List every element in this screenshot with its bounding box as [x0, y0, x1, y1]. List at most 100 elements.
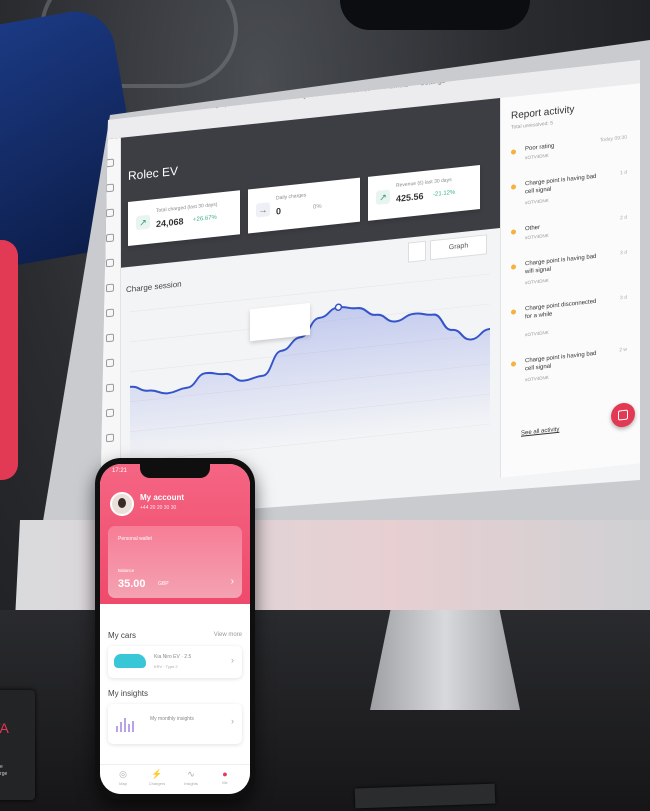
chart-gridline [130, 273, 490, 313]
chevron-right-icon: › [231, 716, 234, 726]
nav-icon[interactable] [106, 208, 114, 218]
nav-icon[interactable] [106, 258, 114, 268]
report-subtitle: Total unresolved: 5 [511, 120, 553, 131]
insight-title: My monthly insights [150, 716, 194, 722]
stat-change: 0% [313, 203, 322, 211]
chart-icon: ∿ [187, 769, 195, 779]
plug-icon: ⚡ [151, 769, 163, 779]
tab-chargers[interactable]: ⚡ Chargers [142, 769, 172, 786]
alert-dot-icon [511, 184, 516, 190]
report-item-time: 3 d [620, 294, 627, 302]
nav-icon[interactable] [106, 433, 114, 443]
tab-label: Map [119, 781, 127, 786]
stat-label: Daily charges [276, 192, 307, 202]
nav-icon[interactable] [106, 333, 114, 343]
mobile-phone: 17:21 My account +44 20 20 30 30 Persona… [95, 458, 255, 800]
alert-dot-icon [511, 309, 516, 315]
graph-toggle-button[interactable]: Graph [430, 234, 487, 261]
report-item-title: Poor rating [525, 143, 555, 153]
report-item-code: #OTV4DNK [525, 152, 549, 161]
report-item-code: #OTV4DNK [525, 197, 549, 206]
alert-dot-icon [511, 229, 516, 235]
report-item-time: 1 d [620, 169, 627, 177]
report-item-code: #OTV4DNK [525, 277, 549, 286]
bottom-tab-bar: ◎ Map ⚡ Chargers ∿ Insights ● Me [100, 764, 250, 794]
stat-change: +26.67% [193, 214, 217, 224]
arrow-up-right-icon: ↗ [376, 189, 390, 205]
stat-value: 24,068 [156, 216, 184, 230]
chat-fab-button[interactable] [611, 401, 635, 429]
bar-chart-icon [116, 718, 136, 732]
insight-card[interactable]: My monthly insights › [108, 704, 242, 744]
balance-value: 35.00 [118, 578, 146, 590]
stat-change: -21.12% [433, 189, 456, 199]
report-item-title: Charge point disconnected for a while [525, 298, 597, 321]
monitor-stand [370, 600, 520, 710]
alert-dot-icon [511, 361, 516, 367]
report-item-title: Charge point is having bad cell signal [525, 350, 597, 373]
arrow-right-icon: → [256, 202, 270, 218]
account-phone: +44 20 20 30 30 [140, 505, 177, 511]
alert-dot-icon [511, 264, 516, 270]
chevron-right-icon: › [231, 655, 234, 665]
report-title: Report activity [511, 104, 575, 122]
wallet-label: Personal wallet [118, 536, 152, 542]
tab-label: Chargers [148, 781, 166, 786]
report-item-time: Today 09:30 [599, 134, 627, 144]
desktop-screen: Overview Charge points Sessions Payment … [100, 60, 640, 520]
tab-label: Me [222, 780, 228, 785]
balance-currency: GBP [158, 581, 169, 587]
status-time: 17:21 [112, 468, 128, 474]
car-subtitle: KRV · Type 2 [154, 664, 178, 669]
tab-map[interactable]: ◎ Map [108, 769, 138, 786]
stat-value: 425.56 [396, 190, 424, 204]
user-icon: ● [222, 769, 228, 779]
nav-icon[interactable] [106, 308, 114, 318]
see-all-activity-link[interactable]: See all activity [521, 427, 559, 437]
avatar[interactable] [110, 492, 134, 516]
report-item-time: 2 w [619, 346, 627, 354]
nav-icon[interactable] [106, 233, 114, 243]
account-title: My account [140, 493, 185, 502]
car-list-item[interactable]: Kia Niro EV · 2.5 KRV · Type 2 › [108, 646, 242, 678]
charge-session-chart [129, 273, 491, 463]
chevron-right-icon: › [230, 576, 234, 587]
car-icon [114, 654, 146, 668]
tab-insights[interactable]: ∿ Insights [176, 769, 206, 786]
report-item-time: 3 d [620, 249, 627, 257]
tab-me[interactable]: ● Me [210, 769, 240, 785]
stat-label: Revenue (£) last 30 days [396, 177, 452, 189]
alert-dot-icon [511, 149, 516, 155]
nav-icon[interactable] [106, 183, 114, 193]
balance-label: Balance [118, 568, 135, 573]
tab-label: Insights [184, 781, 198, 786]
my-insights-heading: My insights [108, 689, 149, 698]
chart-title: Charge session [126, 279, 182, 295]
chart-area-fill [130, 307, 490, 462]
chart-hover-marker[interactable] [334, 303, 343, 312]
report-item-code: #OTV4DNK [525, 329, 549, 338]
table-view-icon[interactable] [408, 240, 426, 263]
nav-icon[interactable] [106, 408, 114, 418]
chart-tooltip [250, 302, 310, 342]
arrow-up-right-icon: ↗ [136, 214, 150, 231]
nav-icon[interactable] [106, 358, 114, 368]
nav-icon[interactable] [106, 283, 114, 293]
nav-icon[interactable] [106, 383, 114, 393]
view-more-link[interactable]: View more [214, 632, 242, 638]
report-item-code: #OTV4DNK [525, 374, 549, 383]
report-item[interactable]: Charge point is having bad cell signal #… [511, 346, 631, 399]
report-activity-panel: Report activity Total unresolved: 5 Poor… [500, 83, 640, 478]
stat-label: Total charged (last 30 days) [156, 201, 218, 215]
map-pin-icon: ◎ [119, 769, 127, 779]
wallet-card[interactable]: Personal wallet Balance 35.00 GBP › [108, 526, 242, 598]
report-item-time: 2 d [620, 214, 627, 222]
phone-screen: 17:21 My account +44 20 20 30 30 Persona… [100, 464, 250, 794]
car-name: Kia Niro EV · 2.5 [154, 654, 192, 660]
report-item[interactable]: Charge point disconnected for a while #O… [511, 294, 631, 347]
report-item-code: #OTV4DNK [525, 232, 549, 241]
report-item-title: Other [525, 224, 541, 233]
stat-value: 0 [276, 205, 282, 217]
phone-notch [140, 464, 210, 478]
my-cars-heading: My cars [108, 631, 136, 640]
